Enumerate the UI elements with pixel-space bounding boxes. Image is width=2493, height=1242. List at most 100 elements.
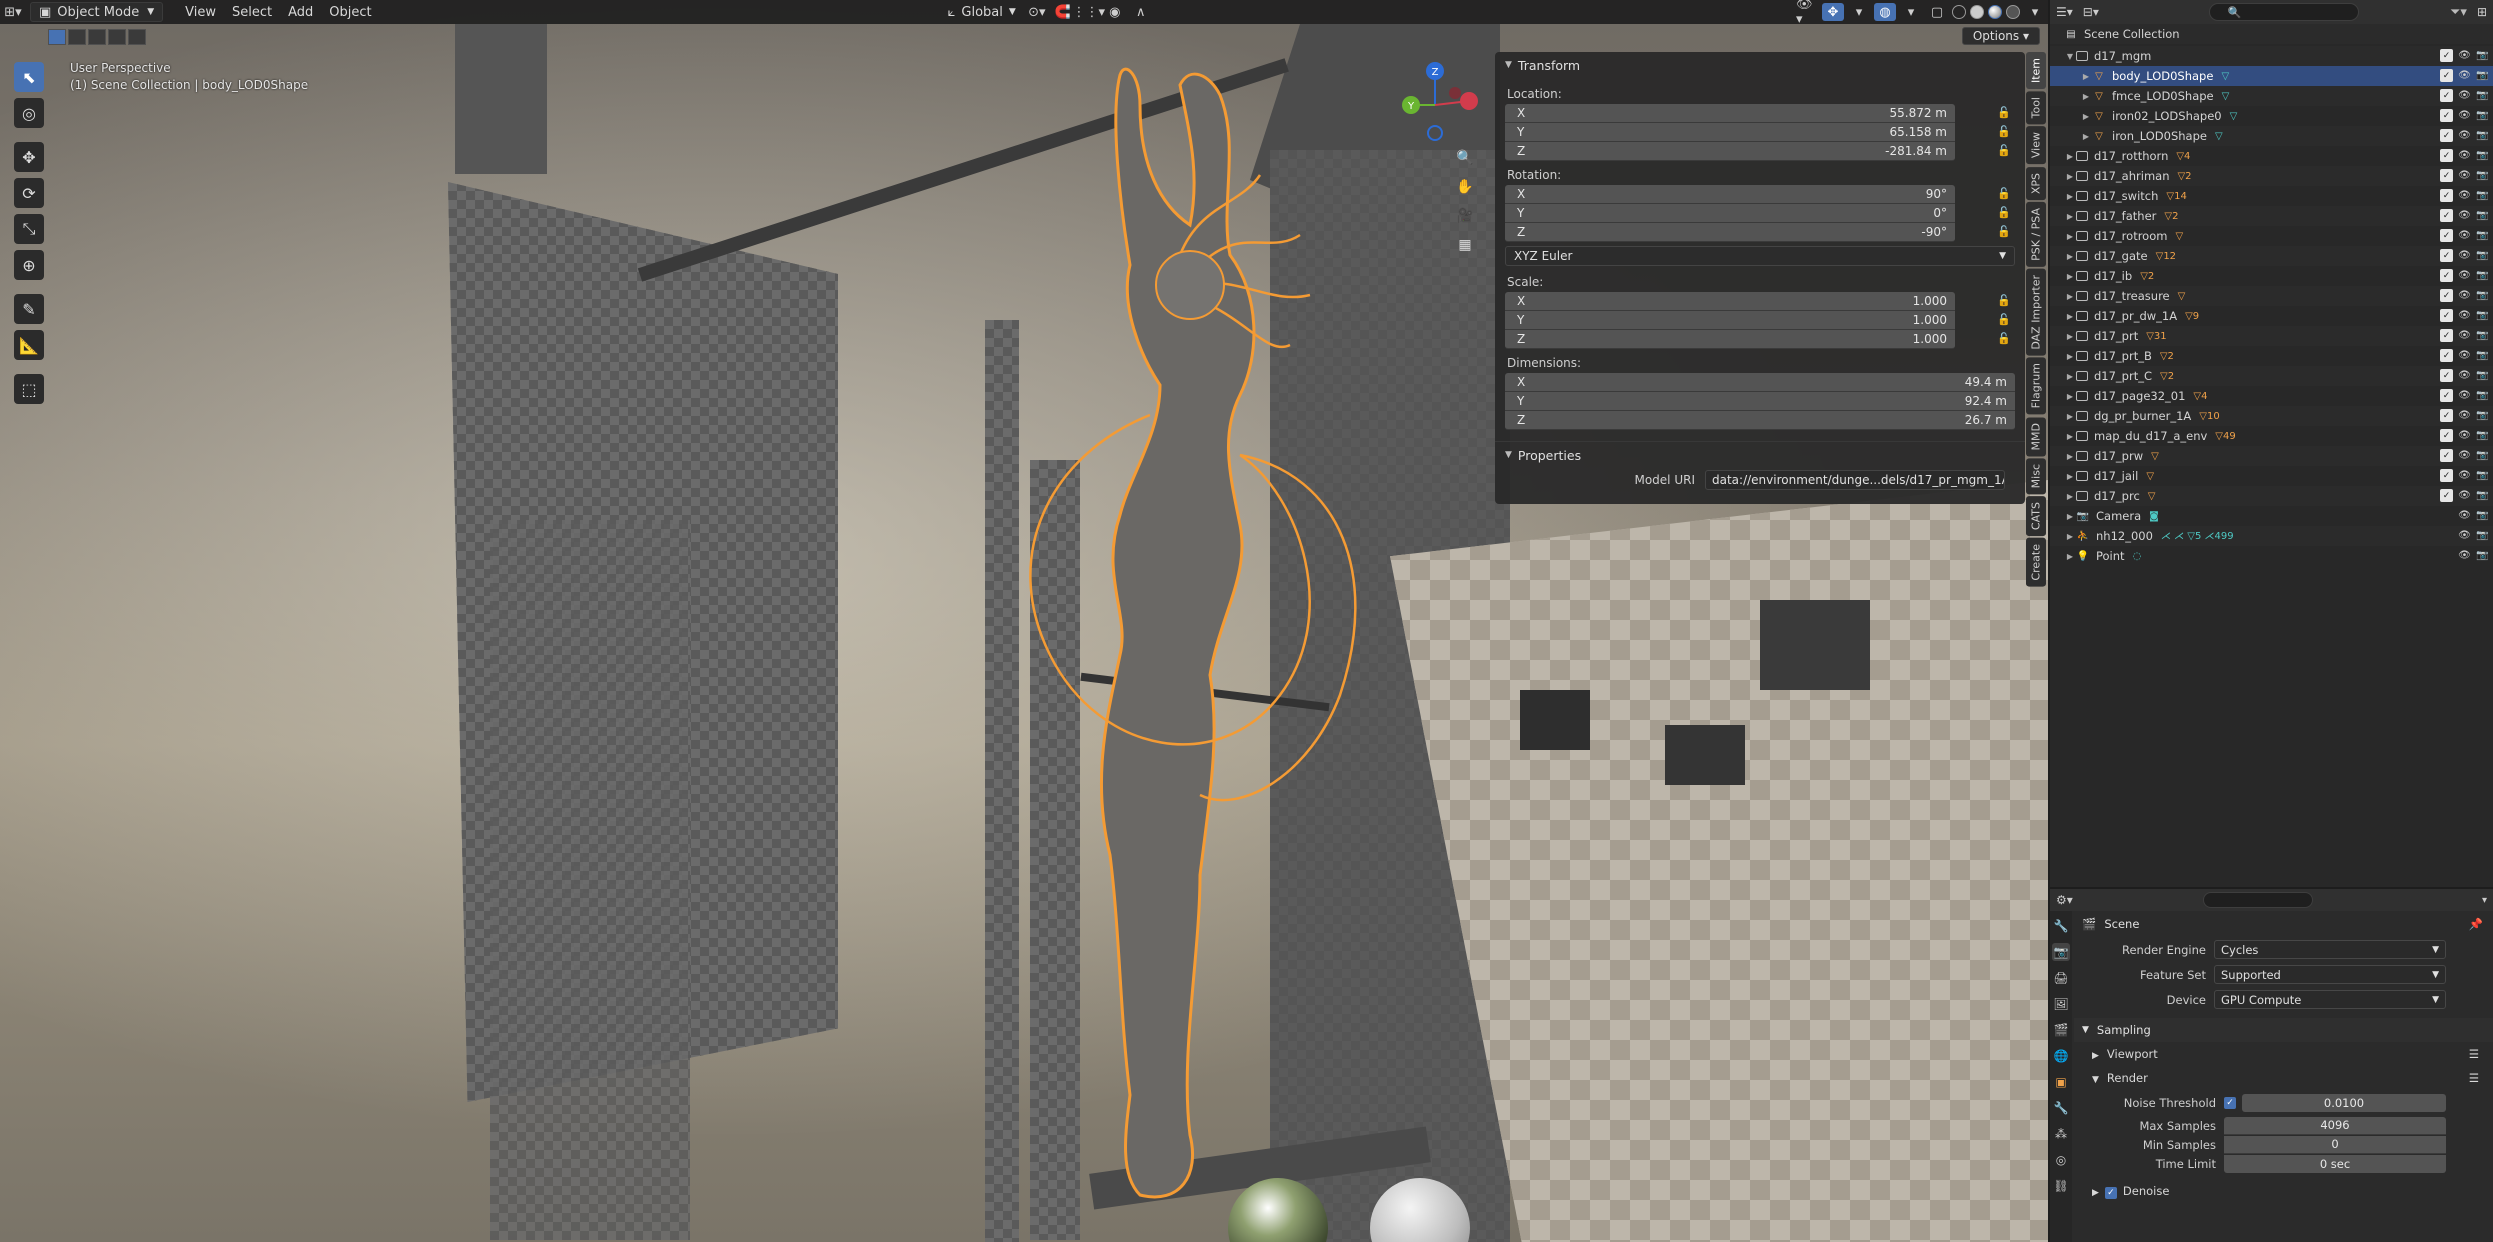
physics-tab-icon[interactable]: ◎ [2052, 1151, 2070, 1169]
render-subpanel-header[interactable]: ▼ Render ☰ [2074, 1066, 2493, 1090]
chevron-right-icon[interactable]: ▶ [2064, 332, 2076, 341]
eye-icon[interactable]: 👁 [2458, 129, 2471, 142]
pin-icon[interactable]: 📌 [2469, 917, 2483, 931]
overlay-dropdown-icon[interactable]: ▾ [1900, 3, 1922, 21]
pan-hand-icon[interactable]: ✋ [1452, 174, 1478, 200]
model-uri-field[interactable]: data://environment/dunge...dels/d17_pr_m… [1705, 470, 2005, 490]
measure-tool[interactable]: 📐 [14, 330, 44, 360]
scale-tool[interactable]: ⤡ [14, 214, 44, 244]
chevron-right-icon[interactable]: ▶ [2064, 352, 2076, 361]
chevron-right-icon[interactable]: ▶ [2080, 72, 2092, 81]
cursor-tool[interactable]: ◎ [14, 98, 44, 128]
eye-icon[interactable]: 👁 [2458, 109, 2471, 122]
tab-view[interactable]: View [2026, 126, 2046, 165]
tool-tab-icon[interactable]: 🔧 [2052, 917, 2070, 935]
tab-cats[interactable]: CATS [2026, 496, 2046, 537]
chevron-right-icon[interactable]: ▶ [2080, 132, 2092, 141]
eye-icon[interactable]: 👁 [2458, 149, 2471, 162]
exclude-checkbox[interactable]: ✓ [2440, 209, 2453, 222]
chevron-right-icon[interactable]: ▶ [2064, 292, 2076, 301]
render-camera-icon[interactable]: 📷 [2476, 549, 2489, 562]
exclude-checkbox[interactable]: ✓ [2440, 249, 2453, 262]
outliner-row[interactable]: ▶ map_du_d17_a_env ▽49 ✓ 👁 📷 [2050, 426, 2493, 446]
outliner-row[interactable]: ▶ d17_prw ▽ ✓ 👁 📷 [2050, 446, 2493, 466]
render-tab-icon[interactable]: 📷 [2052, 943, 2070, 961]
list-icon[interactable]: ☰ [2469, 1071, 2479, 1085]
render-camera-icon[interactable]: 📷 [2476, 69, 2489, 82]
snap-icon[interactable]: 🧲 [1052, 3, 1074, 21]
outliner-row[interactable]: ▶ d17_father ▽2 ✓ 👁 📷 [2050, 206, 2493, 226]
tab-tool[interactable]: Tool [2026, 91, 2046, 125]
eye-icon[interactable]: 👁 [2458, 289, 2471, 302]
chevron-right-icon[interactable]: ▶ [2064, 212, 2076, 221]
tab-misc[interactable]: Misc [2026, 457, 2046, 495]
tab-daz-importer[interactable]: DAZ Importer [2026, 268, 2046, 356]
time-limit-field[interactable]: 0 sec [2224, 1154, 2446, 1173]
exclude-checkbox[interactable]: ✓ [2440, 309, 2453, 322]
exclude-checkbox[interactable]: ✓ [2440, 189, 2453, 202]
exclude-checkbox[interactable]: ✓ [2440, 469, 2453, 482]
exclude-checkbox[interactable]: ✓ [2440, 149, 2453, 162]
outliner-row[interactable]: ▶ ▽ iron_LOD0Shape ▽ ✓ 👁 📷 [2050, 126, 2493, 146]
exclude-checkbox[interactable]: ✓ [2440, 269, 2453, 282]
render-camera-icon[interactable]: 📷 [2476, 429, 2489, 442]
outliner-row[interactable]: ▶ d17_gate ▽12 ✓ 👁 📷 [2050, 246, 2493, 266]
scale-y-field[interactable]: Y 1.000 🔓 [1505, 311, 2011, 330]
camera-view-icon[interactable]: 🎥 [1452, 203, 1478, 229]
outliner-row[interactable]: ▶ d17_prt ▽31 ✓ 👁 📷 [2050, 326, 2493, 346]
outliner-row[interactable]: ▶ d17_jail ▽ ✓ 👁 📷 [2050, 466, 2493, 486]
select-box-tool[interactable]: ⬉ [14, 62, 44, 92]
sampling-panel-header[interactable]: ▼ Sampling [2074, 1018, 2493, 1042]
render-camera-icon[interactable]: 📷 [2476, 369, 2489, 382]
menu-select[interactable]: Select [224, 2, 280, 22]
eye-icon[interactable]: 👁 [2458, 229, 2471, 242]
outliner-row[interactable]: ▶ d17_ahriman ▽2 ✓ 👁 📷 [2050, 166, 2493, 186]
chevron-right-icon[interactable]: ▶ [2064, 512, 2076, 521]
exclude-checkbox[interactable]: ✓ [2440, 449, 2453, 462]
location-y-field[interactable]: Y 65.158 m 🔓 [1505, 123, 2011, 142]
outliner-row[interactable]: ▶ dg_pr_burner_1A ▽10 ✓ 👁 📷 [2050, 406, 2493, 426]
render-camera-icon[interactable]: 📷 [2476, 289, 2489, 302]
dimensions-x-field[interactable]: X 49.4 m [1505, 373, 2015, 392]
modifier-tab-icon[interactable]: 🔧 [2052, 1099, 2070, 1117]
outliner-row[interactable]: ▶ ▽ fmce_LOD0Shape ▽ ✓ 👁 📷 [2050, 86, 2493, 106]
gizmo-toggle-icon[interactable]: ✥ [1822, 3, 1844, 21]
shading-solid-icon[interactable] [1970, 5, 1984, 19]
exclude-checkbox[interactable]: ✓ [2440, 489, 2453, 502]
exclude-checkbox[interactable]: ✓ [2440, 289, 2453, 302]
shading-wireframe-icon[interactable] [1952, 5, 1966, 19]
tab-item[interactable]: Item [2026, 52, 2046, 90]
lock-icon[interactable]: 🔓 [1997, 187, 2011, 200]
dimensions-y-field[interactable]: Y 92.4 m [1505, 392, 2015, 411]
chevron-right-icon[interactable]: ▶ [2064, 272, 2076, 281]
chevron-right-icon[interactable]: ▶ [2064, 152, 2076, 161]
chevron-right-icon[interactable]: ▶ [2064, 252, 2076, 261]
select-new-icon[interactable] [48, 29, 66, 45]
exclude-checkbox[interactable]: ✓ [2440, 49, 2453, 62]
gizmo-neg-z[interactable] [1427, 125, 1443, 141]
overlay-toggle-icon[interactable]: ◍ [1874, 3, 1896, 21]
outliner-row[interactable]: ▶ ▽ body_LOD0Shape ▽ ✓ 👁 📷 [2050, 66, 2493, 86]
lock-icon[interactable]: 🔓 [1997, 332, 2011, 345]
lock-icon[interactable]: 🔓 [1997, 313, 2011, 326]
eye-icon[interactable]: 👁 [2458, 269, 2471, 282]
render-camera-icon[interactable]: 📷 [2476, 349, 2489, 362]
exclude-checkbox[interactable]: ✓ [2440, 409, 2453, 422]
eye-icon[interactable]: 👁 [2458, 69, 2471, 82]
menu-add[interactable]: Add [280, 2, 321, 22]
rotation-x-field[interactable]: X 90° 🔓 [1505, 185, 2011, 204]
render-engine-dropdown[interactable]: Cycles ▼ [2214, 940, 2446, 959]
outliner-row[interactable]: ▶ d17_prc ▽ ✓ 👁 📷 [2050, 486, 2493, 506]
gizmo-neg-x[interactable] [1449, 87, 1461, 99]
outliner-row[interactable]: ▶ 📷 Camera ◙ 👁 📷 [2050, 506, 2493, 526]
selected-statue[interactable] [820, 55, 1420, 1235]
location-z-field[interactable]: Z -281.84 m 🔓 [1505, 142, 2011, 161]
display-mode-icon[interactable]: ⊟▾ [2083, 5, 2099, 19]
viewport-subpanel-header[interactable]: ▶ Viewport ☰ [2074, 1042, 2493, 1066]
eye-icon[interactable]: 👁 [2458, 349, 2471, 362]
outliner-row-scene-collection[interactable]: ▤ Scene Collection [2050, 24, 2493, 44]
chevron-right-icon[interactable]: ▶ [2064, 412, 2076, 421]
location-x-field[interactable]: X 55.872 m 🔓 [1505, 104, 2011, 123]
render-camera-icon[interactable]: 📷 [2476, 329, 2489, 342]
eye-icon[interactable]: 👁 [2458, 329, 2471, 342]
